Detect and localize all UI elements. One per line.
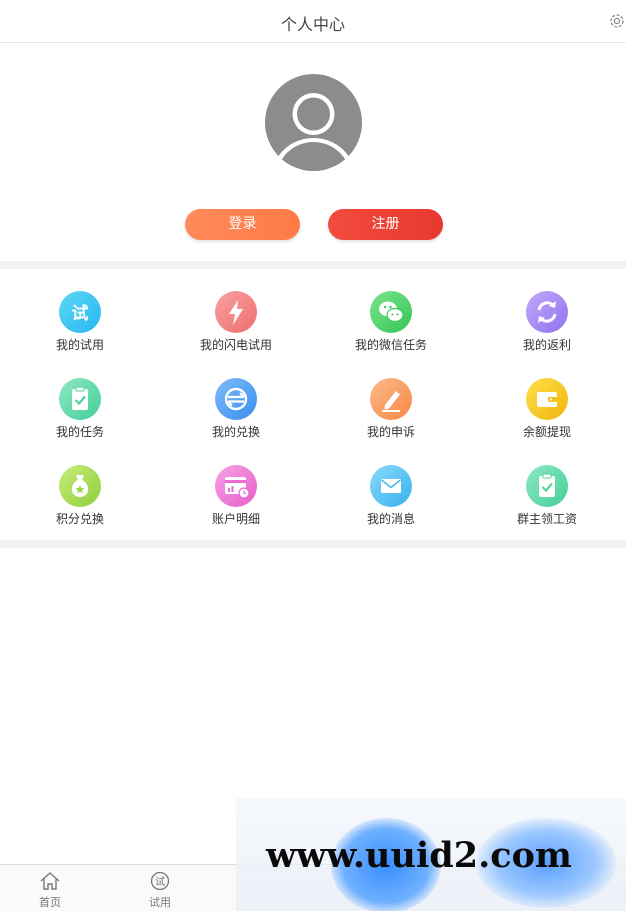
wallet-icon bbox=[526, 378, 568, 420]
menu-item-label: 群主领工资 bbox=[516, 512, 577, 526]
clipboard-check-icon bbox=[526, 465, 568, 507]
menu-item-group-owner-salary[interactable]: 群主领工资 bbox=[469, 444, 625, 526]
menu-item-account-statement[interactable]: 账户明细 bbox=[158, 444, 314, 526]
clipboard-check-icon bbox=[59, 378, 101, 420]
login-button[interactable]: 登录 bbox=[185, 209, 300, 240]
trial-tab-icon: 试 bbox=[149, 871, 171, 891]
menu-item-label: 我的兑换 bbox=[211, 425, 260, 439]
exchange-icon bbox=[215, 378, 257, 420]
pencil-icon bbox=[370, 378, 412, 420]
money-bag-icon bbox=[59, 465, 101, 507]
menu-item-messages[interactable]: 我的消息 bbox=[313, 444, 469, 526]
menu-item-lightning-trial[interactable]: 我的闪电试用 bbox=[158, 270, 314, 352]
menu-item-label: 我的试用 bbox=[55, 338, 104, 352]
envelope-icon bbox=[370, 465, 412, 507]
gear-icon[interactable] bbox=[608, 12, 626, 30]
svg-text:试: 试 bbox=[72, 304, 89, 324]
wechat-icon bbox=[370, 291, 412, 333]
menu-item-label: 我的返利 bbox=[522, 338, 571, 352]
menu-item-withdraw[interactable]: 余额提现 bbox=[469, 357, 625, 439]
register-button[interactable]: 注册 bbox=[328, 209, 443, 240]
avatar[interactable] bbox=[265, 74, 362, 171]
tab-home[interactable]: 首页 bbox=[10, 865, 90, 911]
statement-icon bbox=[215, 465, 257, 507]
user-avatar-icon bbox=[272, 93, 355, 171]
menu-item-label: 我的任务 bbox=[55, 425, 104, 439]
personal-center-page: 个人中心 登录 注册 试 我的试用 我的闪电试用 我的微信任务 我的返利 我的任… bbox=[0, 0, 626, 911]
menu-item-label: 余额提现 bbox=[522, 425, 571, 439]
menu-item-label: 我的闪电试用 bbox=[199, 338, 272, 352]
tab-label: 首页 bbox=[39, 896, 61, 909]
menu-item-label: 积分兑换 bbox=[55, 512, 104, 526]
watermark-text: www.uuid2.com bbox=[266, 835, 572, 876]
tab-trial[interactable]: 试 试用 bbox=[120, 865, 200, 911]
header: 个人中心 bbox=[0, 0, 626, 43]
menu-item-label: 我的微信任务 bbox=[354, 338, 427, 352]
section-divider bbox=[0, 261, 626, 269]
menu-item-label: 账户明细 bbox=[211, 512, 260, 526]
menu-item-rebate[interactable]: 我的返利 bbox=[469, 270, 625, 352]
section-divider bbox=[0, 540, 626, 548]
page-title: 个人中心 bbox=[280, 15, 345, 34]
tab-label: 试用 bbox=[149, 896, 171, 909]
trial-icon: 试 bbox=[59, 291, 101, 333]
menu-item-wechat-task[interactable]: 我的微信任务 bbox=[313, 270, 469, 352]
menu-item-points-exchange[interactable]: 积分兑换 bbox=[2, 444, 158, 526]
watermark: www.uuid2.com bbox=[236, 798, 626, 911]
lightning-icon bbox=[215, 291, 257, 333]
menu-item-label: 我的消息 bbox=[366, 512, 415, 526]
menu-item-exchange[interactable]: 我的兑换 bbox=[158, 357, 314, 439]
menu-item-my-trial[interactable]: 试 我的试用 bbox=[2, 270, 158, 352]
menu-item-my-task[interactable]: 我的任务 bbox=[2, 357, 158, 439]
svg-text:试: 试 bbox=[155, 875, 165, 888]
refresh-icon bbox=[526, 291, 568, 333]
menu-item-appeal[interactable]: 我的申诉 bbox=[313, 357, 469, 439]
menu-item-label: 我的申诉 bbox=[366, 425, 415, 439]
home-icon bbox=[39, 871, 61, 891]
